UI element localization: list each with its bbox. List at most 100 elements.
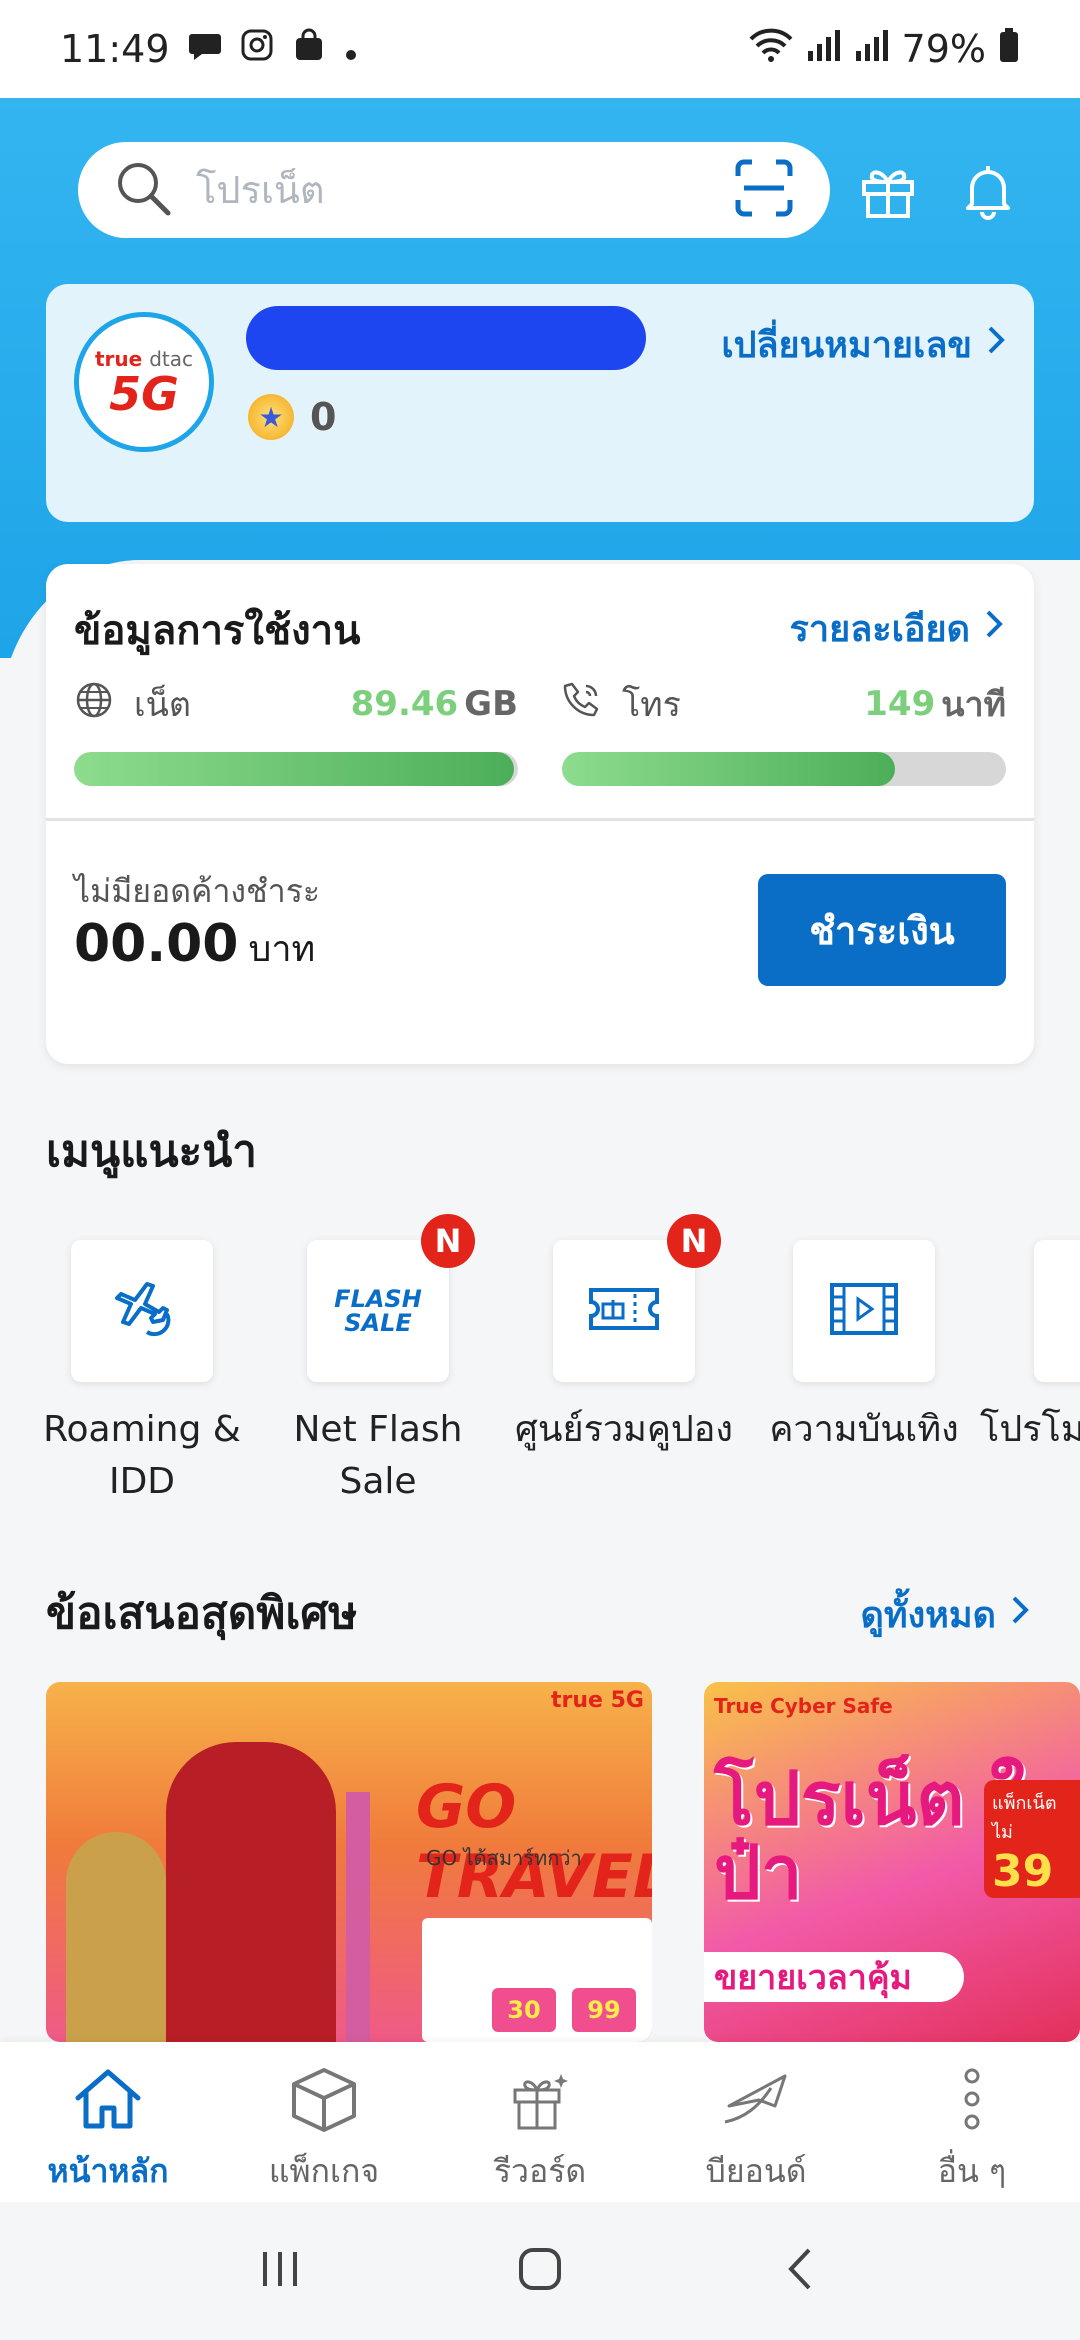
status-bar: 11:49 79% bbox=[0, 0, 1080, 98]
price-label: แพ็กเน็ตไม่ bbox=[992, 1793, 1057, 1843]
banner-person bbox=[66, 1832, 166, 2042]
search-icon bbox=[114, 159, 172, 221]
wifi-icon bbox=[748, 27, 794, 72]
account-card: true dtac 5G ★ 0 เปลี่ยนหมายเลข bbox=[46, 284, 1034, 522]
divider bbox=[46, 818, 1034, 821]
voice-usage[interactable]: โทร 149 นาที bbox=[562, 676, 1006, 786]
usage-card: ข้อมูลการใช้งาน รายละเอียด เน็ต 89.46 GB… bbox=[46, 564, 1034, 1064]
voice-progress-fill bbox=[562, 752, 895, 786]
menu-label: ความบันเทิง bbox=[769, 1409, 959, 1450]
more-dots-icon bbox=[957, 2066, 987, 2136]
see-all-label: ดูทั้งหมด bbox=[860, 1595, 996, 1636]
banner-chip: 30 bbox=[492, 1988, 556, 2032]
nav-label: รีวอร์ด bbox=[493, 2152, 587, 2190]
battery-icon bbox=[998, 27, 1020, 72]
battery-percent: 79% bbox=[901, 27, 986, 71]
amount-value: 00.00 bbox=[74, 914, 239, 974]
points-display[interactable]: ★ 0 bbox=[248, 394, 336, 440]
chevron-right-icon bbox=[984, 608, 1004, 649]
usage-detail-link[interactable]: รายละเอียด bbox=[790, 600, 1004, 657]
recommended-menu-title: เมนูแนะนำ bbox=[46, 1126, 257, 1177]
airplane-globe-icon bbox=[107, 1274, 177, 1348]
film-play-icon bbox=[828, 1281, 900, 1341]
flash-sale-icon: FLASH SALE bbox=[334, 1285, 422, 1337]
bottom-nav: หน้าหลัก แพ็กเกจ รีวอร์ด บียอนด์ อื่น ๆ bbox=[0, 2042, 1080, 2202]
nav-label: แพ็กเกจ bbox=[268, 2152, 380, 2190]
new-badge: N bbox=[667, 1214, 721, 1268]
star-points-icon: ★ bbox=[248, 394, 294, 440]
pay-button[interactable]: ชำระเงิน bbox=[758, 874, 1006, 986]
data-progress-bar bbox=[74, 752, 518, 786]
banner-brand: True Cyber Safe bbox=[714, 1694, 893, 1718]
search-row bbox=[78, 140, 1080, 240]
change-number-label: เปลี่ยนหมายเลข bbox=[721, 325, 972, 366]
banner-subline: ขยายเวลาคุ้ม bbox=[704, 1952, 964, 2002]
home-button-icon[interactable] bbox=[515, 2244, 565, 2298]
usage-title: ข้อมูลการใช้งาน bbox=[74, 608, 361, 654]
logo-network: 5G bbox=[109, 367, 179, 421]
nav-home[interactable]: หน้าหลัก bbox=[0, 2042, 216, 2202]
true-dtac-5g-logo: true dtac 5G bbox=[74, 312, 214, 452]
points-value: 0 bbox=[310, 395, 337, 439]
price-value: 39 bbox=[992, 1846, 1054, 1897]
nav-more[interactable]: อื่น ๆ bbox=[864, 2042, 1080, 2202]
menu-label: Net Flash Sale bbox=[293, 1409, 463, 1503]
nav-label: อื่น ๆ bbox=[937, 2152, 1007, 2190]
signal-icon bbox=[806, 27, 842, 72]
data-progress-fill bbox=[74, 752, 514, 786]
nav-label: หน้าหลัก bbox=[47, 2152, 169, 2190]
menu-item-net-flash-sale[interactable]: FLASH SALE N Net Flash Sale bbox=[258, 1214, 498, 1508]
menu-item-roaming[interactable]: Roaming & IDD bbox=[22, 1240, 262, 1508]
voice-amount: 149 bbox=[864, 684, 936, 724]
voice-progress-bar bbox=[562, 752, 1006, 786]
beyond-plane-icon bbox=[719, 2066, 793, 2136]
gift-icon[interactable] bbox=[846, 148, 930, 232]
offer-card-cyber-safe[interactable]: True Cyber Safe โปรเน็ต ใจป๋า ขยายเวลาคุ… bbox=[704, 1682, 1080, 2042]
special-offers-title: ข้อเสนอสุดพิเศษ bbox=[46, 1588, 358, 1639]
banner-subtitle: GO ได้สมาร์ทกว่า bbox=[426, 1846, 582, 1870]
data-amount: 89.46 bbox=[350, 684, 459, 724]
nav-label: บียอนด์ bbox=[705, 2152, 807, 2190]
data-usage[interactable]: เน็ต 89.46 GB bbox=[74, 676, 518, 786]
nav-beyond[interactable]: บียอนด์ bbox=[648, 2042, 864, 2202]
menu-item-entertainment[interactable]: ความบันเทิง bbox=[744, 1240, 984, 1456]
bell-icon[interactable] bbox=[946, 148, 1030, 232]
dot-icon bbox=[344, 27, 358, 71]
menu-item-coupons[interactable]: N ศูนย์รวมคูปอง bbox=[504, 1214, 744, 1456]
system-nav-bar bbox=[0, 2202, 1080, 2340]
banner-person bbox=[166, 1742, 336, 2042]
menu-label: ศูนย์รวมคูปอง bbox=[515, 1409, 733, 1450]
recent-apps-icon[interactable] bbox=[255, 2244, 305, 2298]
coupon-icon bbox=[587, 1284, 661, 1338]
banner-brand: true 5G bbox=[551, 1688, 644, 1713]
see-all-link[interactable]: ดูทั้งหมด bbox=[860, 1586, 1030, 1643]
menu-item-promo[interactable]: โปรโม bbox=[980, 1240, 1080, 1456]
menu-label: โปรโม bbox=[980, 1409, 1080, 1450]
gift-reward-icon bbox=[505, 2066, 575, 2136]
chat-bubble-icon bbox=[188, 27, 222, 71]
menu-label: Roaming & IDD bbox=[43, 1409, 241, 1503]
recommended-menu: Roaming & IDD FLASH SALE N Net Flash Sal… bbox=[0, 1214, 1080, 1540]
data-unit: GB bbox=[464, 684, 518, 724]
scan-icon[interactable] bbox=[734, 158, 794, 222]
banner-promo-strip: 30 99 bbox=[422, 1918, 652, 2042]
banner-chip: 99 bbox=[572, 1988, 636, 2032]
instagram-icon bbox=[240, 27, 274, 71]
offer-card-go-travel[interactable]: true 5G GO TRAVEL GO ได้สมาร์ทกว่า 30 99 bbox=[46, 1682, 652, 2042]
voice-label: โทร bbox=[622, 685, 681, 725]
package-box-icon bbox=[289, 2066, 359, 2136]
nav-rewards[interactable]: รีวอร์ด bbox=[432, 2042, 648, 2202]
search-input[interactable] bbox=[196, 168, 734, 212]
change-number-link[interactable]: เปลี่ยนหมายเลข bbox=[721, 316, 1006, 373]
outstanding-label: ไม่มียอดค้างชำระ bbox=[74, 872, 321, 910]
search-bar[interactable] bbox=[78, 142, 830, 238]
home-icon bbox=[72, 2066, 144, 2136]
nav-package[interactable]: แพ็กเกจ bbox=[216, 2042, 432, 2202]
banner-price-box: แพ็กเน็ตไม่ 39 bbox=[984, 1780, 1080, 1898]
data-label: เน็ต bbox=[134, 685, 191, 725]
chevron-right-icon bbox=[1010, 1594, 1030, 1635]
currency-label: บาท bbox=[248, 929, 316, 970]
new-badge: N bbox=[421, 1214, 475, 1268]
back-icon[interactable] bbox=[775, 2244, 825, 2298]
chevron-right-icon bbox=[986, 324, 1006, 365]
